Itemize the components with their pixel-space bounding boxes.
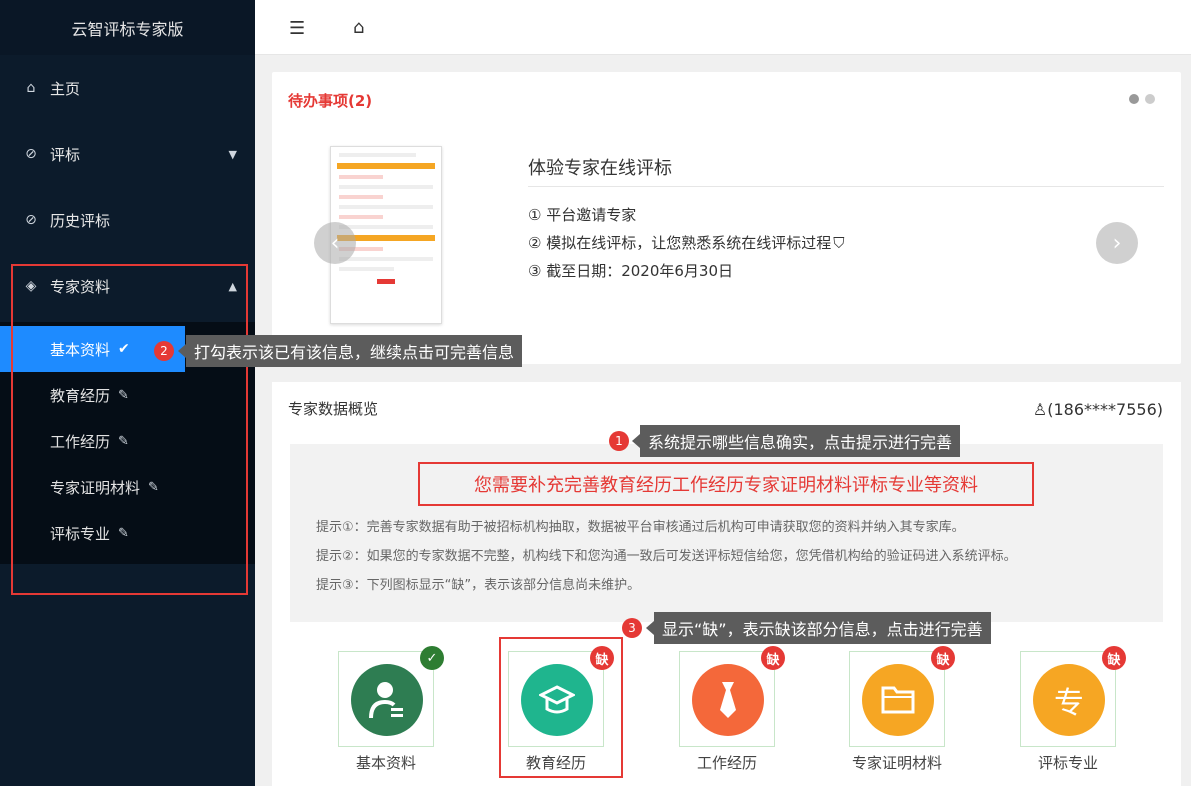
tip-text: 提示③：下列图标显示“缺”，表示该部分信息尚未维护。 — [316, 578, 641, 593]
step-number-badge: 2 — [154, 341, 174, 361]
brand-title: 云智评标专家版 — [0, 0, 255, 55]
caret-down-icon: ▼ — [228, 147, 237, 161]
top-bar: ☰ ⌂ — [255, 0, 1191, 55]
missing-badge: 缺 — [931, 646, 955, 670]
card-specialty[interactable]: 专 缺 — [1020, 646, 1126, 747]
todo-card: 待办事项(2) ‹ › 体验专家在线评标 ① 平台邀请专家 ② 模拟在线评标，让… — [272, 72, 1181, 364]
shield-check-icon: ⛉ — [833, 234, 845, 252]
tooltip-3: 显示“缺”，表示缺该部分信息，点击进行完善 — [646, 612, 991, 644]
overview-title: 专家数据概览 — [288, 400, 379, 418]
carousel-dot[interactable] — [1145, 94, 1155, 104]
event-title: 体验专家在线评标 — [528, 158, 672, 179]
highlight-frame — [499, 637, 623, 778]
check-badge: ✓ — [420, 646, 444, 670]
event-step: ② 模拟在线评标，让您熟悉系统在线评标过程 ⛉ — [528, 234, 845, 252]
step-number-badge: 3 — [622, 618, 642, 638]
tip-text: 提示①：完善专家数据有助于被招标机构抽取，数据被平台审核通过后机构可申请获取您的… — [316, 520, 965, 535]
tooltip-2: 打勾表示该已有该信息，继续点击可完善信息 — [177, 335, 523, 367]
missing-badge: 缺 — [1102, 646, 1126, 670]
card-label: 专家证明材料 — [851, 754, 942, 772]
tooltip-1: 系统提示哪些信息确实，点击提示进行完善 — [631, 425, 961, 457]
carousel-dots — [1129, 94, 1155, 104]
nav-item-evaluation[interactable]: ⊘ 评标 ▼ — [0, 134, 255, 174]
shield-icon: ⊘ — [25, 146, 37, 162]
shield-icon: ⊘ — [25, 212, 37, 228]
todo-title: 待办事项(2) — [288, 92, 373, 110]
home-icon[interactable]: ⌂ — [353, 17, 364, 38]
nav-item-history[interactable]: ⊘ 历史评标 — [0, 200, 255, 240]
card-basic-info[interactable]: ✓ — [338, 646, 444, 747]
carousel-dot[interactable] — [1129, 94, 1139, 104]
card-certificates[interactable]: 缺 — [849, 646, 955, 747]
home-icon: ⌂ — [26, 80, 36, 96]
card-label: 工作经历 — [696, 754, 757, 772]
carousel-next-button[interactable]: › — [1096, 222, 1138, 264]
menu-toggle-icon[interactable]: ☰ — [289, 18, 305, 39]
person-icon — [351, 664, 423, 736]
missing-badge: 缺 — [761, 646, 785, 670]
nav-item-home[interactable]: ⌂ 主页 — [0, 68, 255, 108]
event-step: ③ 截至日期：2020年6月30日 — [528, 262, 734, 280]
nav-label: 评标 — [50, 145, 81, 164]
user-icon: ♙ — [1032, 400, 1048, 419]
nav-label: 历史评标 — [50, 211, 111, 230]
folder-icon — [862, 664, 934, 736]
nav-label: 主页 — [50, 79, 81, 98]
tie-icon — [692, 664, 764, 736]
tip-text: 提示②：如果您的专家数据不完整，机构线下和您沟通一致后可发送评标短信给您，您凭借… — [316, 549, 1017, 564]
card-work[interactable]: 缺 — [679, 646, 785, 747]
card-label: 评标专业 — [1037, 754, 1098, 772]
carousel-prev-button[interactable]: ‹ — [314, 222, 356, 264]
user-phone: ♙(186****7556) — [1032, 400, 1163, 419]
zhuan-icon: 专 — [1033, 664, 1105, 736]
card-label: 基本资料 — [355, 754, 416, 772]
divider — [528, 186, 1164, 187]
event-step: ① 平台邀请专家 — [528, 206, 637, 224]
missing-info-notice[interactable]: 您需要补充完善教育经历工作经历专家证明材料评标专业等资料 — [418, 462, 1034, 506]
highlight-frame — [11, 264, 248, 595]
step-number-badge: 1 — [609, 431, 629, 451]
sidebar: 云智评标专家版 ⌂ 主页 ⊘ 评标 ▼ ⊘ 历史评标 ◈ 专家资料 ▲ 基本资料… — [0, 0, 255, 786]
